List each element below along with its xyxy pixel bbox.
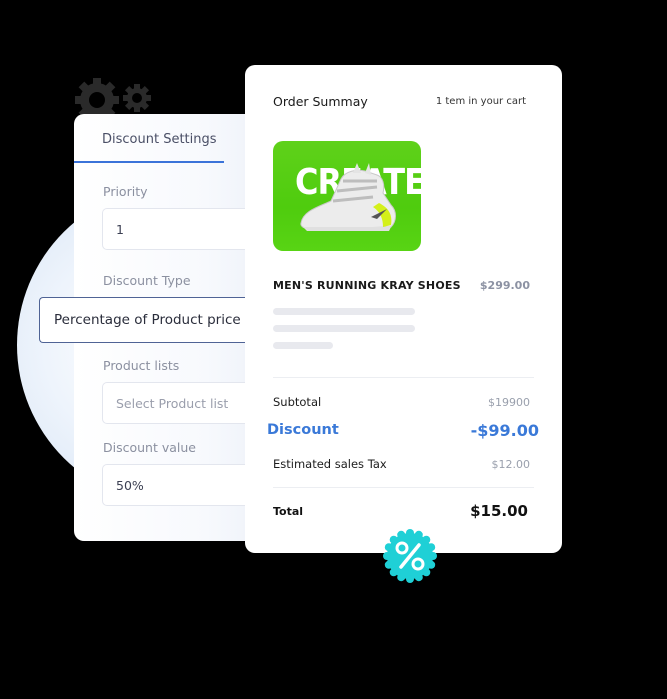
discount-value-text: 50%: [116, 477, 144, 493]
discount-value-input[interactable]: 50%: [102, 464, 264, 506]
product-list-placeholder: Select Product list: [116, 395, 229, 411]
active-tab-indicator: [74, 161, 224, 163]
discount-value-label: Discount value: [103, 440, 196, 455]
order-summary-card: Order Summay 1 tem in your cart CREATE M…: [245, 65, 562, 553]
product-image: CREATE: [273, 141, 421, 251]
tax-value: $12.00: [491, 458, 531, 471]
discount-value: -$99.00: [470, 421, 539, 440]
tab-discount-settings[interactable]: Discount Settings: [102, 132, 217, 147]
percent-badge-icon: [383, 529, 437, 583]
discount-type-value: Percentage of Product price: [54, 312, 241, 328]
divider: [273, 377, 534, 378]
product-price: $299.00: [479, 279, 530, 292]
discount-type-label: Discount Type: [103, 273, 191, 288]
divider: [273, 487, 534, 488]
cart-item-count: 1 tem in your cart: [435, 96, 526, 107]
total-value: $15.00: [470, 502, 528, 520]
subtotal-value: $19900: [488, 396, 530, 409]
priority-input[interactable]: 1: [102, 208, 264, 250]
skeleton-line: [273, 325, 415, 332]
subtotal-label: Subtotal: [273, 395, 322, 409]
priority-value: 1: [116, 221, 124, 237]
product-lists-label: Product lists: [103, 358, 180, 373]
discount-label: Discount: [267, 422, 339, 438]
skeleton-line: [273, 342, 333, 349]
product-name: MEN'S RUNNING KRAY SHOES: [273, 279, 461, 292]
shoe-icon: [300, 163, 396, 231]
priority-label: Priority: [103, 184, 148, 199]
tax-label: Estimated sales Tax: [273, 457, 387, 471]
order-summary-title: Order Summay: [273, 94, 368, 109]
discount-type-select[interactable]: Percentage of Product price: [39, 297, 264, 343]
product-list-select[interactable]: Select Product list: [102, 382, 264, 424]
total-label: Total: [273, 505, 304, 518]
skeleton-line: [273, 308, 415, 315]
